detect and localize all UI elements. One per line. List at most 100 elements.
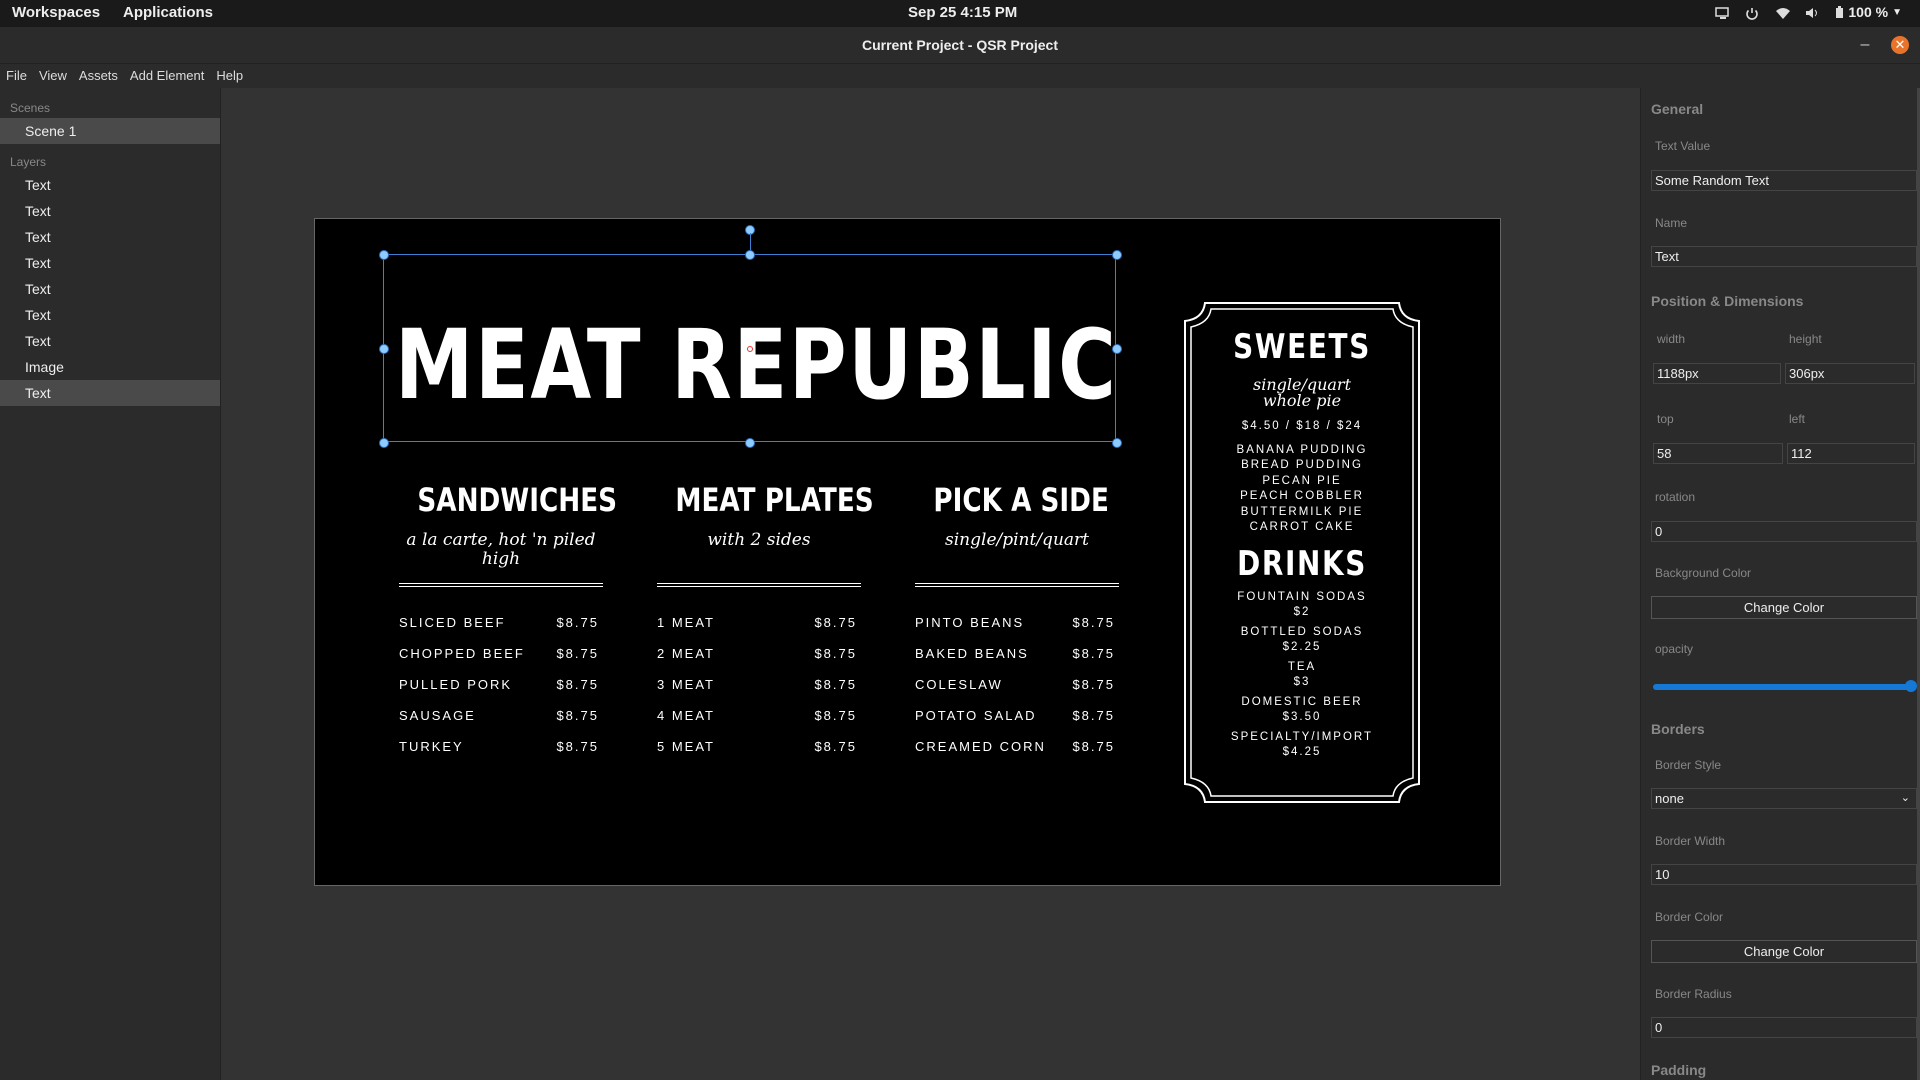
border-style-label: Border Style: [1655, 758, 1722, 772]
drink-price: $4.25: [1282, 746, 1322, 758]
scene-item[interactable]: Scene 1: [0, 118, 220, 144]
layer-item[interactable]: Text: [0, 276, 220, 302]
item-price: $8.75: [814, 708, 857, 723]
menu-help[interactable]: Help: [210, 64, 249, 88]
opacity-slider[interactable]: [1653, 684, 1913, 690]
drink-name: DOMESTIC BEER: [1241, 695, 1363, 708]
item-price: $8.75: [1072, 646, 1115, 661]
column-subtitle: single/pint/quart: [945, 530, 1089, 550]
border-style-select[interactable]: none ⌄: [1651, 788, 1917, 809]
drinks-list: FOUNTAIN SODAS $2 BOTTLED SODAS $2.25 TE…: [1183, 590, 1421, 761]
menu-item-row: 4 MEAT $8.75: [657, 700, 861, 731]
layer-item[interactable]: Text: [0, 172, 220, 198]
properties-panel: General Text Value Some Random Text Name…: [1640, 88, 1920, 1080]
top-input[interactable]: 58: [1653, 443, 1783, 464]
menu-add-element[interactable]: Add Element: [124, 64, 210, 88]
menu-column-pick-a-side[interactable]: PICK A SIDE single/pint/quart PINTO BEAN…: [915, 481, 1119, 762]
layer-item[interactable]: Text: [0, 328, 220, 354]
design-canvas[interactable]: MEAT REPUBLIC SANDWICHES a la carte, hot…: [314, 218, 1501, 886]
layer-item-selected[interactable]: Text: [0, 380, 220, 406]
border-style-value: none: [1655, 791, 1684, 806]
battery-indicator[interactable]: 100 % ▼: [1835, 4, 1902, 20]
scenes-section-label: Scenes: [10, 101, 51, 115]
menu-item-row: 3 MEAT $8.75: [657, 669, 861, 700]
power-icon[interactable]: [1745, 6, 1759, 20]
name-input[interactable]: Text: [1651, 246, 1917, 267]
background-change-color-button[interactable]: Change Color: [1651, 596, 1917, 619]
sweets-subtitle-2: whole pie: [1262, 391, 1342, 410]
menu-item-row: CREAMED CORN $8.75: [915, 731, 1119, 762]
menu-assets[interactable]: Assets: [73, 64, 124, 88]
resize-handle-ne[interactable]: [1112, 250, 1122, 260]
board-title-text[interactable]: MEAT REPUBLIC: [395, 309, 1118, 421]
item-price: $8.75: [814, 615, 857, 630]
drink-name: FOUNTAIN SODAS: [1237, 590, 1367, 603]
menu-item-row: 1 MEAT $8.75: [657, 607, 861, 638]
close-button[interactable]: ✕: [1891, 36, 1909, 54]
sweets-item: CARROT CAKE: [1249, 521, 1355, 533]
resize-handle-e[interactable]: [1112, 344, 1122, 354]
item-name: 5 MEAT: [657, 739, 715, 754]
minimize-button[interactable]: –: [1855, 35, 1875, 55]
wifi-icon[interactable]: [1775, 6, 1791, 19]
item-price: $8.75: [556, 708, 599, 723]
clock[interactable]: Sep 25 4:15 PM: [908, 4, 1028, 21]
column-heading: MEAT PLATES: [675, 481, 874, 519]
layer-item[interactable]: Text: [0, 250, 220, 276]
item-name: BAKED BEANS: [915, 646, 1029, 661]
volume-icon[interactable]: [1805, 6, 1819, 18]
battery-icon: [1836, 5, 1844, 18]
layer-item[interactable]: Text: [0, 224, 220, 250]
sweets-prices: $4.50 / $18 / $24: [1241, 420, 1363, 432]
display-icon[interactable]: [1715, 6, 1730, 19]
column-divider: [399, 583, 603, 587]
applications-menu[interactable]: Applications: [123, 4, 213, 21]
border-color-label: Border Color: [1655, 910, 1724, 924]
layer-item[interactable]: Text: [0, 198, 220, 224]
menu-file[interactable]: File: [0, 64, 33, 88]
height-input[interactable]: 306px: [1785, 363, 1915, 384]
sweets-drinks-content: SWEETS single/quart whole pie $4.50 / $1…: [1183, 301, 1421, 761]
layer-item-image[interactable]: Image: [0, 354, 220, 380]
item-name: 4 MEAT: [657, 708, 715, 723]
menu-column-meat-plates[interactable]: MEAT PLATES with 2 sides 1 MEAT $8.75 2 M…: [657, 481, 874, 762]
menu-item-row: 5 MEAT $8.75: [657, 731, 861, 762]
menu-item-row: PULLED PORK $8.75: [399, 669, 603, 700]
item-price: $8.75: [556, 615, 599, 630]
top-label: top: [1657, 412, 1674, 426]
resize-handle-n[interactable]: [745, 250, 755, 260]
rotation-input[interactable]: 0: [1651, 521, 1917, 542]
border-radius-input[interactable]: 0: [1651, 1017, 1917, 1038]
border-change-color-button[interactable]: Change Color: [1651, 940, 1917, 963]
layer-item[interactable]: Text: [0, 302, 220, 328]
layers-section-label: Layers: [10, 155, 47, 169]
item-name: 1 MEAT: [657, 615, 715, 630]
left-input[interactable]: 112: [1787, 443, 1915, 464]
opacity-slider-thumb[interactable]: [1905, 680, 1917, 692]
text-value-input[interactable]: Some Random Text: [1651, 170, 1917, 191]
sweets-drinks-panel[interactable]: SWEETS single/quart whole pie $4.50 / $1…: [1183, 301, 1421, 804]
column-divider: [915, 583, 1119, 587]
chevron-down-icon: ▼: [1892, 6, 1902, 18]
menu-items-list: SLICED BEEF $8.75 CHOPPED BEEF $8.75 PULLE…: [399, 607, 603, 762]
border-width-label: Border Width: [1655, 834, 1726, 848]
sweets-list: BANANA PUDDING BREAD PUDDING PECAN PIE P…: [1183, 443, 1421, 536]
resize-handle-s[interactable]: [745, 438, 755, 448]
borders-section-title: Borders: [1651, 721, 1705, 737]
drink-price: $3.50: [1282, 711, 1322, 723]
resize-handle-sw[interactable]: [379, 438, 389, 448]
width-input[interactable]: 1188px: [1653, 363, 1781, 384]
workspaces-menu[interactable]: Workspaces: [12, 4, 100, 21]
item-price: $8.75: [1072, 615, 1115, 630]
column-subtitle: with 2 sides: [707, 530, 811, 550]
item-price: $8.75: [1072, 739, 1115, 754]
menu-view[interactable]: View: [33, 64, 73, 88]
sweets-item: BANANA PUDDING: [1236, 443, 1368, 456]
border-width-input[interactable]: 10: [1651, 864, 1917, 885]
resize-handle-w[interactable]: [379, 344, 389, 354]
item-price: $8.75: [1072, 677, 1115, 692]
resize-handle-se[interactable]: [1112, 438, 1122, 448]
resize-handle-nw[interactable]: [379, 250, 389, 260]
menu-column-sandwiches[interactable]: SANDWICHES a la carte, hot 'n piled high…: [399, 481, 617, 762]
window-title-bar: Current Project - QSR Project – ✕: [0, 27, 1920, 64]
